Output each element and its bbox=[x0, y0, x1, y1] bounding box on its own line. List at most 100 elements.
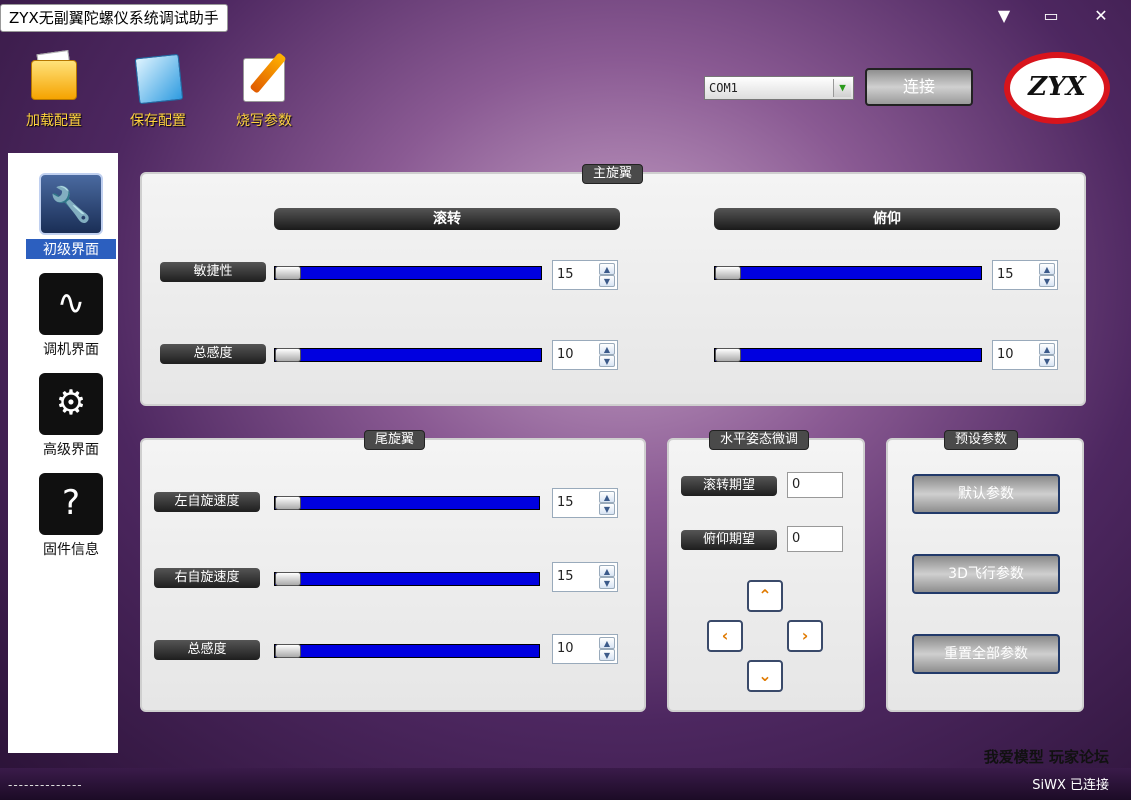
spin-down-icon[interactable]: ▼ bbox=[599, 577, 615, 589]
level-trim-title: 水平姿态微调 bbox=[709, 430, 810, 450]
left-spin-value: 15 bbox=[557, 495, 574, 510]
save-icon bbox=[129, 50, 187, 108]
spin-down-icon[interactable]: ▼ bbox=[1039, 355, 1055, 367]
pitch-gain-slider[interactable] bbox=[714, 348, 982, 362]
roll-gain-value: 10 bbox=[557, 347, 574, 362]
spin-up-icon[interactable]: ▲ bbox=[599, 637, 615, 649]
slider-thumb[interactable] bbox=[275, 644, 301, 658]
right-spin-slider[interactable] bbox=[274, 572, 540, 586]
tail-gain-spinbox[interactable]: 10 ▲ ▼ bbox=[552, 634, 618, 664]
tail-rotor-panel: 尾旋翼 左自旋速度 15 ▲ ▼ 右自旋速度 15 ▲ ▼ 总感度 10 ▲ ▼ bbox=[140, 430, 646, 712]
spin-down-icon[interactable]: ▼ bbox=[599, 503, 615, 515]
roll-expect-input[interactable]: 0 bbox=[787, 472, 843, 498]
close-icon[interactable]: ✕ bbox=[1090, 6, 1112, 26]
right-spin-label: 右自旋速度 bbox=[154, 568, 260, 588]
tail-rotor-title: 尾旋翼 bbox=[364, 430, 426, 450]
default-params-button[interactable]: 默认参数 bbox=[912, 474, 1060, 514]
spin-up-icon[interactable]: ▲ bbox=[599, 263, 615, 275]
sidebar-item-label: 初级界面 bbox=[26, 239, 116, 259]
slider-thumb[interactable] bbox=[715, 266, 741, 280]
spin-up-icon[interactable]: ▲ bbox=[1039, 343, 1055, 355]
spin-down-icon[interactable]: ▼ bbox=[599, 275, 615, 287]
minimize-icon[interactable]: ▼ bbox=[993, 6, 1015, 26]
gain-label: 总感度 bbox=[160, 344, 266, 364]
left-spin-spinbox[interactable]: 15 ▲ ▼ bbox=[552, 488, 618, 518]
zyx-logo: ZYX bbox=[1004, 52, 1110, 124]
main-rotor-panel: 主旋翼 滚转 俯仰 敏捷性 15 ▲ ▼ 15 ▲ ▼ 总感度 10 ▲ ▼ 10 ▲… bbox=[140, 164, 1086, 406]
tail-gain-slider[interactable] bbox=[274, 644, 540, 658]
sidebar-item-firmware[interactable]: ? 固件信息 bbox=[26, 473, 116, 559]
trim-up-button[interactable]: ⌃ bbox=[747, 580, 783, 612]
reset-all-button[interactable]: 重置全部参数 bbox=[912, 634, 1060, 674]
spin-up-icon[interactable]: ▲ bbox=[599, 565, 615, 577]
pitch-gain-spinbox[interactable]: 10 ▲ ▼ bbox=[992, 340, 1058, 370]
spin-up-icon[interactable]: ▲ bbox=[599, 343, 615, 355]
burn-params-button[interactable]: 烧写参数 bbox=[218, 50, 310, 130]
com-port-select[interactable]: COM1 ▼ bbox=[704, 76, 854, 100]
roll-gain-spinbox[interactable]: 10 ▲ ▼ bbox=[552, 340, 618, 370]
gear-icon: ⚙ bbox=[39, 373, 103, 435]
sidebar-item-basic[interactable]: 🔧 初级界面 bbox=[26, 173, 116, 259]
com-port-value: COM1 bbox=[709, 81, 738, 95]
left-spin-slider[interactable] bbox=[274, 496, 540, 510]
slider-thumb[interactable] bbox=[275, 572, 301, 586]
trim-down-button[interactable]: ⌄ bbox=[747, 660, 783, 692]
sidebar: 🔧 初级界面 ∿ 调机界面 ⚙ 高级界面 ? 固件信息 bbox=[8, 153, 118, 753]
connect-button[interactable]: 连接 bbox=[865, 68, 973, 106]
spin-up-icon[interactable]: ▲ bbox=[1039, 263, 1055, 275]
trim-left-button[interactable]: ‹ bbox=[707, 620, 743, 652]
chevron-right-icon: › bbox=[801, 626, 809, 645]
roll-header: 滚转 bbox=[274, 208, 620, 230]
pitch-agility-spinbox[interactable]: 15 ▲ ▼ bbox=[992, 260, 1058, 290]
spin-down-icon[interactable]: ▼ bbox=[599, 355, 615, 367]
save-config-label: 保存配置 bbox=[130, 113, 186, 129]
spin-down-icon[interactable]: ▼ bbox=[599, 649, 615, 661]
save-config-button[interactable]: 保存配置 bbox=[112, 50, 204, 130]
slider-thumb[interactable] bbox=[715, 348, 741, 362]
pitch-agility-value: 15 bbox=[997, 267, 1014, 282]
window-title: ZYX无副翼陀螺仪系统调试助手 bbox=[0, 4, 228, 32]
load-config-label: 加载配置 bbox=[26, 113, 82, 129]
pitch-expect-label: 俯仰期望 bbox=[681, 530, 777, 550]
slider-thumb[interactable] bbox=[275, 266, 301, 280]
sidebar-item-label: 调机界面 bbox=[43, 342, 99, 358]
wrench-icon: 🔧 bbox=[39, 173, 103, 235]
tail-gain-label: 总感度 bbox=[154, 640, 260, 660]
roll-agility-value: 15 bbox=[557, 267, 574, 282]
slider-thumb[interactable] bbox=[275, 496, 301, 510]
main-rotor-title: 主旋翼 bbox=[582, 164, 644, 184]
chevron-left-icon: ‹ bbox=[721, 626, 729, 645]
roll-agility-slider[interactable] bbox=[274, 266, 542, 280]
sidebar-item-tuning[interactable]: ∿ 调机界面 bbox=[26, 273, 116, 359]
slider-thumb[interactable] bbox=[275, 348, 301, 362]
right-spin-spinbox[interactable]: 15 ▲ ▼ bbox=[552, 562, 618, 592]
trim-right-button[interactable]: › bbox=[787, 620, 823, 652]
pitch-expect-input[interactable]: 0 bbox=[787, 526, 843, 552]
chevron-down-icon: ⌄ bbox=[758, 666, 772, 685]
pulse-icon: ∿ bbox=[39, 273, 103, 335]
flight3d-params-button[interactable]: 3D飞行参数 bbox=[912, 554, 1060, 594]
spin-up-icon[interactable]: ▲ bbox=[599, 491, 615, 503]
pitch-agility-slider[interactable] bbox=[714, 266, 982, 280]
spin-down-icon[interactable]: ▼ bbox=[1039, 275, 1055, 287]
forum-link[interactable]: 我爱模型 玩家论坛 bbox=[984, 746, 1109, 767]
sidebar-item-label: 固件信息 bbox=[43, 542, 99, 558]
sidebar-item-label: 高级界面 bbox=[43, 442, 99, 458]
roll-gain-slider[interactable] bbox=[274, 348, 542, 362]
pitch-gain-value: 10 bbox=[997, 347, 1014, 362]
status-left-text: -------------- bbox=[8, 778, 83, 792]
chevron-down-icon[interactable]: ▼ bbox=[833, 79, 851, 97]
sidebar-item-advanced[interactable]: ⚙ 高级界面 bbox=[26, 373, 116, 459]
load-config-button[interactable]: 加载配置 bbox=[8, 49, 100, 130]
pitch-header: 俯仰 bbox=[714, 208, 1060, 230]
left-spin-label: 左自旋速度 bbox=[154, 492, 260, 512]
restore-icon[interactable]: ▭ bbox=[1040, 6, 1062, 26]
roll-agility-spinbox[interactable]: 15 ▲ ▼ bbox=[552, 260, 618, 290]
folder-icon bbox=[25, 49, 83, 108]
connection-status: SiWX 已连接 bbox=[1032, 778, 1109, 793]
firmware-icon: ? bbox=[39, 473, 103, 535]
level-trim-panel: 水平姿态微调 滚转期望 0 俯仰期望 0 ⌃ ‹ › ⌄ bbox=[667, 430, 865, 712]
status-bar bbox=[0, 768, 1131, 800]
tail-gain-value: 10 bbox=[557, 641, 574, 656]
presets-panel: 预设参数 默认参数 3D飞行参数 重置全部参数 bbox=[886, 430, 1084, 712]
